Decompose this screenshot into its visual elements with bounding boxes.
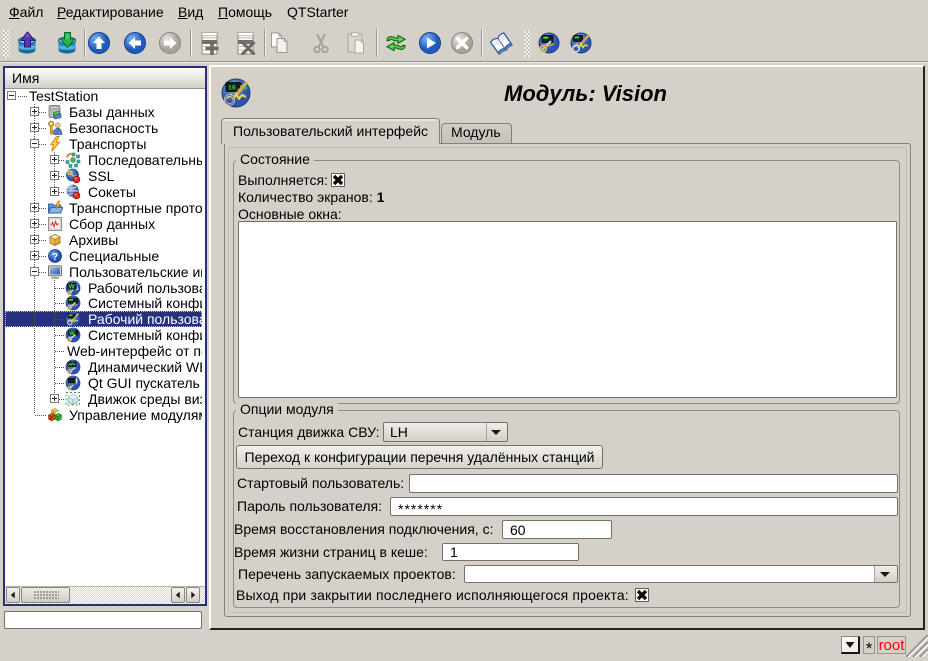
svg-text:?: ? xyxy=(52,251,58,263)
svg-text:W: W xyxy=(69,283,76,290)
